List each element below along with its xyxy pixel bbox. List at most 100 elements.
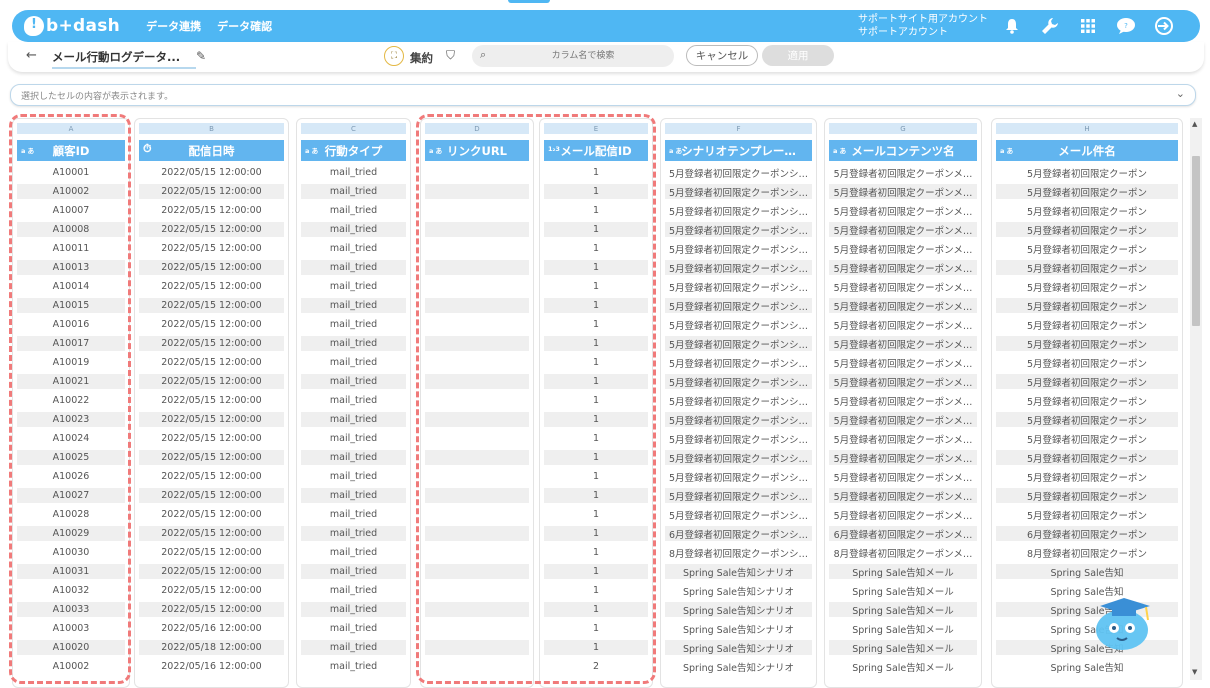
table-cell[interactable]: 5月登録者初回限定クーポン bbox=[996, 298, 1178, 313]
table-cell[interactable]: 5月登録者初回限定クーポンシ… bbox=[665, 488, 812, 503]
table-cell[interactable]: mail_tried bbox=[301, 184, 406, 199]
table-cell[interactable]: Spring Sale告知シナリオ bbox=[665, 564, 812, 579]
column-search-input[interactable] bbox=[498, 47, 668, 65]
table-cell[interactable]: mail_tried bbox=[301, 469, 406, 484]
table-cell[interactable]: 2022/05/15 12:00:00 bbox=[139, 431, 284, 446]
table-cell[interactable]: 2022/05/15 12:00:00 bbox=[139, 279, 284, 294]
table-cell[interactable]: 2022/05/15 12:00:00 bbox=[139, 526, 284, 541]
table-cell[interactable]: 5月登録者初回限定クーポンメ… bbox=[829, 241, 977, 256]
table-cell[interactable]: 2022/05/15 12:00:00 bbox=[139, 355, 284, 370]
table-cell[interactable]: 2022/05/15 12:00:00 bbox=[139, 260, 284, 275]
table-cell[interactable]: 5月登録者初回限定クーポンメ… bbox=[829, 298, 977, 313]
table-cell[interactable]: 2022/05/15 12:00:00 bbox=[139, 165, 284, 180]
table-cell[interactable]: 5月登録者初回限定クーポンシ… bbox=[665, 241, 812, 256]
table-cell[interactable]: 5月登録者初回限定クーポンメ… bbox=[829, 412, 977, 427]
cell-content-bar[interactable]: 選択したセルの内容が表示されます。 ⌄ bbox=[10, 84, 1196, 106]
table-cell[interactable]: Spring Sale告知シナリオ bbox=[665, 583, 812, 598]
table-cell[interactable]: mail_tried bbox=[301, 260, 406, 275]
table-cell[interactable]: 2022/05/15 12:00:00 bbox=[139, 545, 284, 560]
table-cell[interactable]: 5月登録者初回限定クーポンメ… bbox=[829, 507, 977, 522]
apply-button[interactable]: 適用 bbox=[762, 45, 834, 66]
cancel-button[interactable]: キャンセル bbox=[686, 45, 758, 66]
table-cell[interactable]: 2022/05/15 12:00:00 bbox=[139, 602, 284, 617]
aggregate-icon[interactable]: ⛶ bbox=[384, 46, 404, 66]
table-cell[interactable]: 2022/05/15 12:00:00 bbox=[139, 184, 284, 199]
table-cell[interactable]: 8月登録者初回限定クーポン bbox=[996, 545, 1178, 560]
shield-icon[interactable]: ⛉ bbox=[446, 48, 455, 63]
table-cell[interactable]: 5月登録者初回限定クーポン bbox=[996, 184, 1178, 199]
table-cell[interactable]: 5月登録者初回限定クーポン bbox=[996, 393, 1178, 408]
column-type-icon[interactable]: a あ bbox=[1000, 145, 1013, 155]
table-cell[interactable]: 5月登録者初回限定クーポン bbox=[996, 355, 1178, 370]
table-cell[interactable]: 5月登録者初回限定クーポン bbox=[996, 203, 1178, 218]
table-cell[interactable]: 5月登録者初回限定クーポンメ… bbox=[829, 431, 977, 446]
table-cell[interactable]: Spring Sale告知メール bbox=[829, 640, 977, 655]
column-letter[interactable]: G bbox=[829, 123, 977, 134]
table-cell[interactable]: 6月登録者初回限定クーポンメ… bbox=[829, 526, 977, 541]
aggregate-label[interactable]: 集約 bbox=[410, 50, 433, 66]
table-cell[interactable]: 5月登録者初回限定クーポンシ… bbox=[665, 260, 812, 275]
table-cell[interactable]: 5月登録者初回限定クーポンメ… bbox=[829, 393, 977, 408]
table-cell[interactable]: 5月登録者初回限定クーポン bbox=[996, 336, 1178, 351]
column-header[interactable]: a あシナリオテンプレー… bbox=[665, 140, 812, 161]
table-cell[interactable]: 5月登録者初回限定クーポンメ… bbox=[829, 222, 977, 237]
account-info[interactable]: サポートサイト用アカウント サポートアカウント bbox=[858, 13, 988, 39]
table-cell[interactable]: Spring Sale告知メール bbox=[829, 621, 977, 636]
table-cell[interactable]: mail_tried bbox=[301, 393, 406, 408]
table-cell[interactable]: 5月登録者初回限定クーポンメ… bbox=[829, 336, 977, 351]
table-cell[interactable]: mail_tried bbox=[301, 222, 406, 237]
table-cell[interactable]: 2022/05/15 12:00:00 bbox=[139, 488, 284, 503]
table-cell[interactable]: 2022/05/15 12:00:00 bbox=[139, 317, 284, 332]
table-cell[interactable]: Spring Sale告知 bbox=[996, 659, 1178, 674]
table-cell[interactable]: mail_tried bbox=[301, 526, 406, 541]
table-cell[interactable]: 2022/05/16 12:00:00 bbox=[139, 621, 284, 636]
table-cell[interactable]: 2022/05/15 12:00:00 bbox=[139, 241, 284, 256]
pencil-icon[interactable]: ✎ bbox=[196, 49, 206, 63]
table-cell[interactable]: 5月登録者初回限定クーポンシ… bbox=[665, 412, 812, 427]
table-cell[interactable]: mail_tried bbox=[301, 412, 406, 427]
table-cell[interactable]: 5月登録者初回限定クーポン bbox=[996, 431, 1178, 446]
logout-icon[interactable] bbox=[1154, 14, 1174, 38]
table-cell[interactable]: Spring Sale告知シナリオ bbox=[665, 621, 812, 636]
chevron-down-icon[interactable]: ⌄ bbox=[1176, 87, 1185, 100]
table-cell[interactable]: 2022/05/15 12:00:00 bbox=[139, 564, 284, 579]
table-cell[interactable]: 5月登録者初回限定クーポンシ… bbox=[665, 393, 812, 408]
table-cell[interactable]: 5月登録者初回限定クーポンメ… bbox=[829, 203, 977, 218]
table-cell[interactable]: 6月登録者初回限定クーポンシ… bbox=[665, 526, 812, 541]
table-cell[interactable]: Spring Sale告知シナリオ bbox=[665, 659, 812, 674]
dataset-title-field[interactable]: メール行動ログデータ... bbox=[52, 49, 196, 69]
table-cell[interactable]: 5月登録者初回限定クーポンシ… bbox=[665, 355, 812, 370]
column-letter[interactable]: C bbox=[301, 123, 406, 134]
table-cell[interactable]: 5月登録者初回限定クーポン bbox=[996, 507, 1178, 522]
column-type-icon[interactable]: ⏱ bbox=[143, 142, 152, 156]
nav-item-data-check[interactable]: データ確認 bbox=[217, 18, 272, 34]
table-cell[interactable]: 5月登録者初回限定クーポン bbox=[996, 469, 1178, 484]
column-search[interactable]: ⌕ bbox=[472, 45, 674, 67]
table-cell[interactable]: mail_tried bbox=[301, 355, 406, 370]
table-cell[interactable]: 8月登録者初回限定クーポンシ… bbox=[665, 545, 812, 560]
chat-icon[interactable]: ? bbox=[1116, 14, 1136, 38]
table-cell[interactable]: 5月登録者初回限定クーポンシ… bbox=[665, 279, 812, 294]
table-cell[interactable]: 5月登録者初回限定クーポンシ… bbox=[665, 336, 812, 351]
column-header[interactable]: a あメールコンテンツ名 bbox=[829, 140, 977, 161]
table-cell[interactable]: 2022/05/15 12:00:00 bbox=[139, 469, 284, 484]
table-cell[interactable]: 5月登録者初回限定クーポン bbox=[996, 374, 1178, 389]
table-cell[interactable]: 5月登録者初回限定クーポン bbox=[996, 241, 1178, 256]
table-cell[interactable]: mail_tried bbox=[301, 431, 406, 446]
table-cell[interactable]: 5月登録者初回限定クーポン bbox=[996, 222, 1178, 237]
table-cell[interactable]: 5月登録者初回限定クーポンメ… bbox=[829, 165, 977, 180]
table-cell[interactable]: mail_tried bbox=[301, 545, 406, 560]
table-cell[interactable]: 5月登録者初回限定クーポンメ… bbox=[829, 279, 977, 294]
table-cell[interactable]: mail_tried bbox=[301, 450, 406, 465]
table-cell[interactable]: 2022/05/16 12:00:00 bbox=[139, 659, 284, 674]
table-cell[interactable]: 2022/05/15 12:00:00 bbox=[139, 583, 284, 598]
table-cell[interactable]: 5月登録者初回限定クーポンシ… bbox=[665, 317, 812, 332]
table-cell[interactable]: 5月登録者初回限定クーポンシ… bbox=[665, 165, 812, 180]
assistant-mascot-icon[interactable] bbox=[1094, 596, 1156, 652]
table-cell[interactable]: Spring Sale告知メール bbox=[829, 602, 977, 617]
table-cell[interactable]: 5月登録者初回限定クーポンメ… bbox=[829, 488, 977, 503]
table-cell[interactable]: 5月登録者初回限定クーポンシ… bbox=[665, 203, 812, 218]
column-header[interactable]: a あ行動タイプ bbox=[301, 140, 406, 161]
scrollbar-thumb[interactable] bbox=[1192, 156, 1200, 326]
table-cell[interactable]: 5月登録者初回限定クーポン bbox=[996, 450, 1178, 465]
